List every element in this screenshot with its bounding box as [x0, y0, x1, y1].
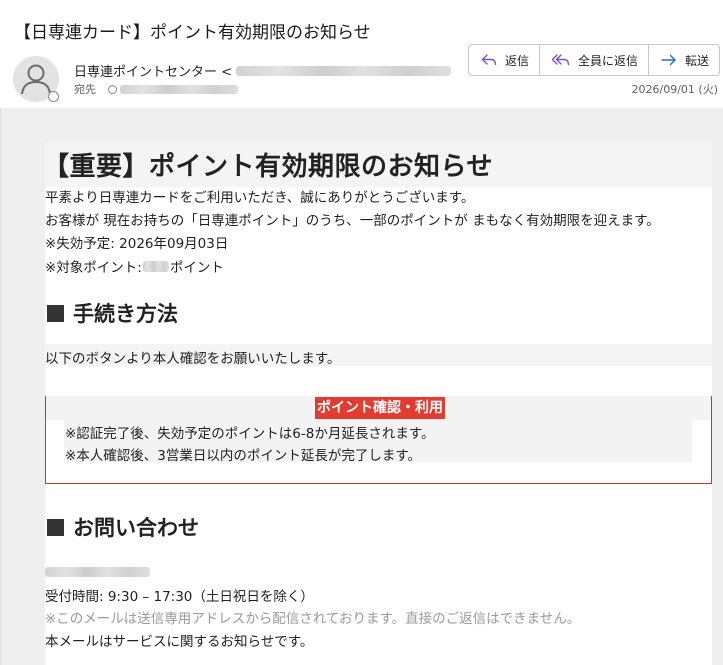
notice-note-2: ※本人確認後、3営業日以内のポイント延長が完了します。 [65, 448, 422, 464]
sender-line[interactable]: 日専連ポイントセンター < [74, 61, 452, 80]
noreply-notice: ※このメールは送信専用アドレスから配信されております。直接のご返信はできません。 [45, 611, 581, 627]
recipient-label: 宛先 [74, 83, 96, 96]
message-actions-toolbar: 返信 全員に返信 転送 [468, 44, 721, 76]
forward-icon [661, 54, 676, 66]
intro-line-2: お客様が 現在お持ちの「日専連ポイント」のうち、一部のポイントが まもなく有効期… [45, 213, 660, 229]
expiry-line: ※失効予定: 2026年09月03日 [45, 236, 229, 252]
reply-all-button[interactable]: 全員に返信 [540, 45, 650, 75]
message-date: 2026/09/01 (火) [631, 83, 718, 96]
points-prefix: ※対象ポイント: [45, 260, 142, 276]
contact-phone-redacted [45, 567, 150, 577]
reply-button[interactable]: 返信 [469, 45, 541, 75]
recipient-email-redacted[interactable] [120, 84, 238, 94]
body-title: 【重要】ポイント有効期限のお知らせ [43, 152, 493, 182]
sender-name: 日専連ポイントセンター < [74, 65, 233, 80]
reply-all-label: 全員に返信 [578, 53, 639, 68]
reply-icon [481, 54, 497, 66]
section-contact-title: お問い合わせ [73, 516, 199, 540]
reply-all-icon [551, 54, 570, 66]
points-suffix: ポイント [169, 260, 224, 276]
point-confirm-button[interactable]: ポイント確認・利用 [315, 397, 445, 419]
section-contact-heading: お問い合わせ [47, 512, 199, 542]
section-procedure-heading: 手続き方法 [47, 298, 178, 328]
notice-note-1: ※認証完了後、失効予定のポイントは6-8か月延長されます。 [65, 426, 435, 442]
forward-button[interactable]: 転送 [649, 45, 719, 75]
presence-status-icon [48, 91, 59, 102]
service-notice: 本メールはサービスに関するお知らせです。 [45, 634, 314, 650]
sender-email-redacted [236, 65, 452, 76]
square-bullet-icon [47, 518, 64, 536]
section-procedure-title: 手続き方法 [73, 302, 178, 326]
forward-label: 転送 [685, 53, 710, 68]
contact-hours: 受付時間: 9:30 – 17:30（土日祝日を除く） [45, 589, 314, 605]
square-bullet-icon [47, 304, 64, 322]
intro-line-1: 平素より日専連カードをご利用いただき、誠にありがとうございます。 [45, 190, 475, 206]
email-subject: 【日専連カード】ポイント有効期限のお知らせ [14, 23, 371, 43]
recipient-line: 宛先 [74, 81, 238, 97]
points-value-redacted [142, 260, 169, 272]
reply-label: 返信 [505, 53, 530, 68]
points-line: ※対象ポイント: ポイント [45, 256, 224, 276]
procedure-text: 以下のボタンより本人確認をお願いいたします。 [45, 351, 341, 367]
recipient-presence-icon [108, 84, 117, 94]
